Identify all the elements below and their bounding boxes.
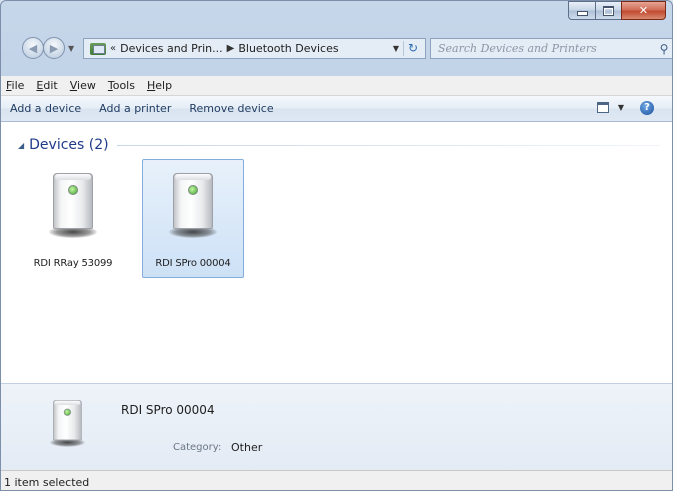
- add-device-button[interactable]: Add a device: [1, 102, 90, 115]
- maximize-icon: [603, 5, 614, 16]
- menu-bar: File Edit View Tools Help: [1, 76, 672, 96]
- group-header[interactable]: ◢ Devices (2): [18, 136, 668, 154]
- maximize-button[interactable]: [595, 1, 621, 20]
- menu-tools[interactable]: Tools: [102, 79, 141, 92]
- search-placeholder[interactable]: Search Devices and Printers: [431, 42, 655, 55]
- close-icon: ✕: [638, 4, 649, 17]
- back-arrow-icon: ◀: [28, 41, 38, 55]
- breadcrumb-devices-and-printers[interactable]: Devices and Prin...: [120, 42, 223, 55]
- group-title: Devices (2): [29, 137, 109, 153]
- add-printer-button[interactable]: Add a printer: [90, 102, 180, 115]
- details-category-value: Other: [231, 441, 263, 454]
- breadcrumb-bluetooth-devices[interactable]: Bluetooth Devices: [238, 42, 338, 55]
- device-label: RDI RRay 53099: [33, 258, 113, 269]
- refresh-icon[interactable]: ↻: [403, 41, 422, 56]
- details-device-name: RDI SPro 00004: [121, 403, 215, 417]
- overflow-chevron[interactable]: «: [110, 43, 116, 54]
- command-bar: Add a device Add a printer Remove device…: [1, 96, 672, 122]
- menu-help[interactable]: Help: [141, 79, 178, 92]
- change-view-button[interactable]: ▼: [596, 102, 624, 113]
- collapse-arrow-icon[interactable]: ◢: [18, 141, 24, 150]
- devices-folder-icon: [90, 42, 106, 55]
- device-tower-icon: [169, 173, 217, 239]
- minimize-icon: [576, 11, 588, 16]
- details-category-label: Category:: [173, 442, 222, 453]
- menu-file[interactable]: File: [1, 79, 30, 92]
- details-pane: RDI SPro 00004 Category: Other: [1, 383, 672, 470]
- address-dropdown-icon[interactable]: ▼: [393, 44, 399, 53]
- view-icon: [596, 102, 609, 113]
- device-tile-rdi-rray[interactable]: RDI RRay 53099: [22, 159, 124, 278]
- devices-view[interactable]: ◢ Devices (2) RDI RRay 53099 RDI SPro 00…: [1, 122, 672, 383]
- close-button[interactable]: ✕: [621, 1, 666, 20]
- group-divider: [116, 144, 660, 146]
- breadcrumb-arrow-icon[interactable]: ▶: [227, 43, 235, 54]
- search-icon[interactable]: ⚲: [655, 42, 672, 56]
- forward-arrow-icon: ▶: [49, 41, 59, 55]
- menu-edit[interactable]: Edit: [30, 79, 63, 92]
- address-bar[interactable]: « Devices and Prin... ▶ Bluetooth Device…: [83, 38, 426, 59]
- caption-buttons: ✕: [568, 1, 666, 20]
- device-tile-rdi-spro[interactable]: RDI SPro 00004: [142, 159, 244, 278]
- search-box[interactable]: Search Devices and Printers ⚲: [430, 38, 672, 59]
- explorer-window: ✕ ◀ ▶ ▼ « Devices and Prin... ▶ Bluetoot…: [0, 0, 673, 491]
- address-row: ◀ ▶ ▼ « Devices and Prin... ▶ Bluetooth …: [1, 34, 672, 62]
- selected-device-icon: [50, 400, 85, 448]
- minimize-button[interactable]: [568, 1, 595, 20]
- forward-button[interactable]: ▶: [43, 37, 65, 59]
- status-bar: 1 item selected: [1, 470, 672, 490]
- recent-pages-dropdown-icon[interactable]: ▼: [68, 44, 74, 53]
- title-bar[interactable]: ✕: [1, 1, 672, 31]
- back-button[interactable]: ◀: [22, 37, 44, 59]
- menu-view[interactable]: View: [64, 79, 102, 92]
- status-text: 1 item selected: [4, 475, 90, 489]
- device-tower-icon: [49, 173, 97, 239]
- device-label: RDI SPro 00004: [155, 258, 231, 269]
- help-icon[interactable]: ?: [640, 101, 654, 115]
- remove-device-button[interactable]: Remove device: [180, 102, 282, 115]
- view-dropdown-icon[interactable]: ▼: [618, 103, 624, 112]
